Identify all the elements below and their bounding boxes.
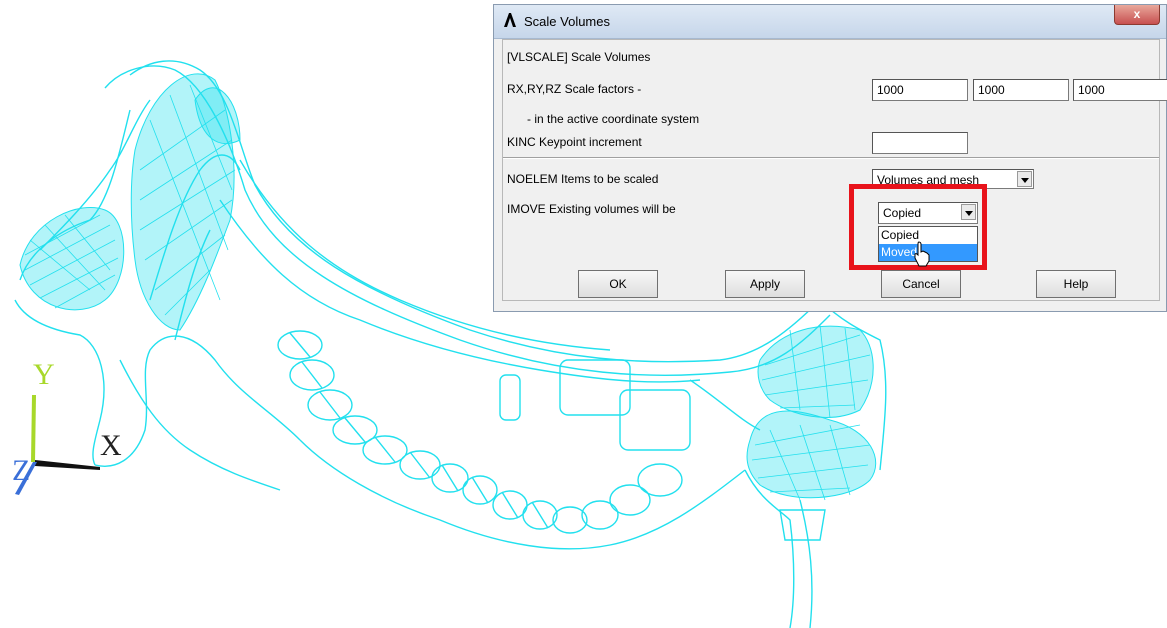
rz-scale-input[interactable]	[1073, 79, 1167, 101]
chevron-down-icon[interactable]	[1017, 171, 1032, 187]
x-axis-arrow	[35, 460, 100, 470]
coordinate-system-note: - in the active coordinate system	[527, 112, 700, 126]
ry-scale-input[interactable]	[973, 79, 1069, 101]
cancel-button[interactable]: Cancel	[881, 270, 961, 298]
noelem-label: NOELEM Items to be scaled	[507, 172, 659, 186]
apply-button[interactable]: Apply	[725, 270, 805, 298]
mouse-cursor-icon	[914, 241, 930, 267]
triad-y-label: Y	[33, 358, 55, 391]
y-axis-arrow	[31, 395, 36, 462]
scale-factors-label: RX,RY,RZ Scale factors -	[507, 82, 642, 96]
help-button[interactable]: Help	[1036, 270, 1116, 298]
rx-scale-input[interactable]	[872, 79, 968, 101]
triad-z-label: Z	[12, 454, 31, 487]
dialog-titlebar[interactable]: Scale Volumes x	[494, 5, 1166, 39]
close-button[interactable]: x	[1114, 5, 1160, 25]
command-heading: [VLSCALE] Scale Volumes	[507, 50, 651, 64]
kinc-input[interactable]	[872, 132, 968, 154]
dialog-title: Scale Volumes	[524, 14, 610, 29]
dialog-content: [VLSCALE] Scale Volumes RX,RY,RZ Scale f…	[502, 39, 1167, 301]
ok-button[interactable]: OK	[578, 270, 658, 298]
triad-x-label: X	[100, 429, 122, 462]
close-icon: x	[1133, 7, 1141, 21]
scale-volumes-dialog: Scale Volumes x [VLSCALE] Scale Volumes …	[493, 4, 1167, 312]
ansys-logo-icon	[504, 13, 516, 27]
kinc-label: KINC Keypoint increment	[507, 135, 642, 149]
section-divider	[503, 157, 1159, 159]
imove-label: IMOVE Existing volumes will be	[507, 202, 676, 216]
